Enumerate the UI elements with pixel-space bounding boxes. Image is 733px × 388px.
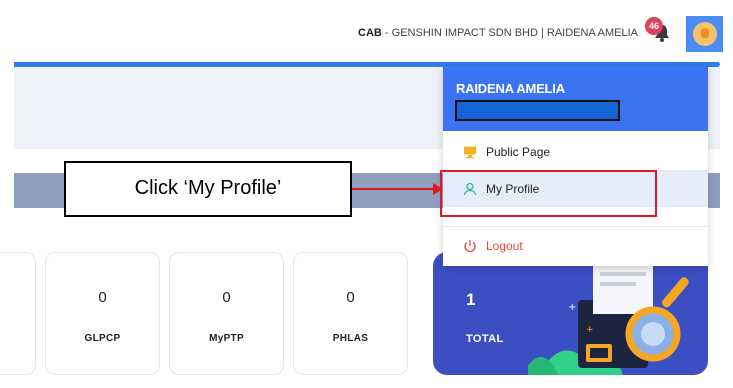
dropdown-header: RAIDENA AMELIA [443, 66, 708, 131]
instruction-callout: Click ‘My Profile’ [64, 161, 352, 217]
stat-label: PHLAS [332, 333, 369, 344]
menu-item-label: Public Page [486, 145, 551, 159]
svg-text:+: + [568, 302, 576, 313]
stat-label: GLPCP [84, 333, 121, 344]
callout-text: Click ‘My Profile’ [134, 177, 282, 199]
power-icon [464, 240, 476, 253]
menu-item-label: Logout [486, 239, 523, 253]
stat-value: 0 [346, 289, 355, 306]
total-card[interactable]: 1 TOTAL + + [433, 252, 708, 375]
menu-item-public-page[interactable]: Public Page [443, 134, 708, 170]
stat-label: MyPTP [209, 333, 244, 344]
top-bar: CAB - GENSHIN IMPACT SDN BHD | RAIDENA A… [0, 0, 733, 66]
stat-card-phlas[interactable]: 0 PHLAS [293, 252, 408, 375]
svg-text:+: + [586, 325, 594, 335]
user-avatar-button[interactable] [686, 16, 723, 52]
org-code: CAB [358, 27, 382, 39]
monitor-icon [464, 146, 476, 159]
redacted-email-box [455, 100, 620, 121]
total-label: TOTAL [466, 333, 504, 345]
divider [443, 226, 708, 227]
org-user-detail: - GENSHIN IMPACT SDN BHD | RAIDENA AMELI… [381, 27, 638, 39]
annotation-arrow-line [352, 188, 435, 190]
stat-card-partial [0, 252, 36, 375]
stat-value: 0 [222, 289, 231, 306]
avatar-bulb-icon [701, 28, 709, 38]
my-profile-highlight-box [440, 170, 657, 217]
organization-user-text: CAB - GENSHIN IMPACT SDN BHD | RAIDENA A… [358, 27, 638, 39]
avatar [693, 22, 717, 46]
profile-dropdown-menu: RAIDENA AMELIA Public Page My Profile Lo… [443, 66, 708, 266]
notification-badge: 46 [645, 17, 663, 35]
stat-card-glpcp[interactable]: 0 GLPCP [45, 252, 160, 375]
total-value: 1 [466, 290, 476, 309]
dropdown-user-name: RAIDENA AMELIA [456, 81, 565, 96]
stat-value: 0 [98, 289, 107, 306]
stat-card-myptp[interactable]: 0 MyPTP [169, 252, 284, 375]
menu-item-logout[interactable]: Logout [443, 228, 708, 264]
document-search-illustration: + + [528, 252, 689, 375]
